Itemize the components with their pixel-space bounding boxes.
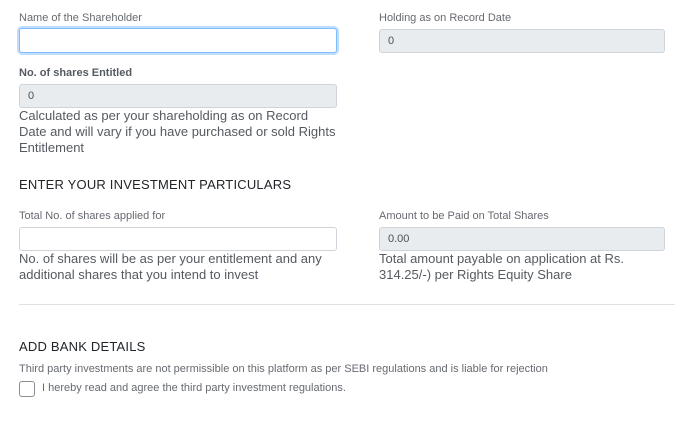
holding-value: 0 bbox=[388, 35, 395, 47]
entitled-label: No. of shares Entitled bbox=[19, 67, 133, 79]
bank-heading: ADD BANK DETAILS bbox=[19, 339, 146, 354]
holding-label: Holding as on Record Date bbox=[379, 12, 512, 24]
section-divider bbox=[19, 304, 675, 305]
agree-checkbox[interactable] bbox=[19, 381, 35, 397]
holding-field: 0 bbox=[379, 29, 665, 53]
shareholder-name-input[interactable] bbox=[19, 28, 337, 53]
amount-help-text: Total amount payable on application at R… bbox=[379, 251, 624, 282]
shares-applied-input[interactable] bbox=[19, 227, 337, 251]
shares-applied-label: Total No. of shares applied for bbox=[19, 210, 166, 222]
amount-field: 0.00 bbox=[379, 227, 665, 251]
shares-applied-help-text: No. of shares will be as per your entitl… bbox=[19, 251, 322, 282]
third-party-notice: Third party investments are not permissi… bbox=[19, 363, 548, 375]
amount-label: Amount to be Paid on Total Shares bbox=[379, 210, 549, 222]
entitled-value: 0 bbox=[28, 90, 35, 102]
investment-heading: ENTER YOUR INVESTMENT PARTICULARS bbox=[19, 177, 292, 192]
amount-value: 0.00 bbox=[388, 233, 410, 245]
shareholder-name-label: Name of the Shareholder bbox=[19, 12, 142, 24]
entitled-help-text: Calculated as per your shareholding as o… bbox=[19, 108, 336, 155]
agree-label[interactable]: I hereby read and agree the third party … bbox=[42, 382, 346, 394]
entitled-field: 0 bbox=[19, 84, 337, 108]
